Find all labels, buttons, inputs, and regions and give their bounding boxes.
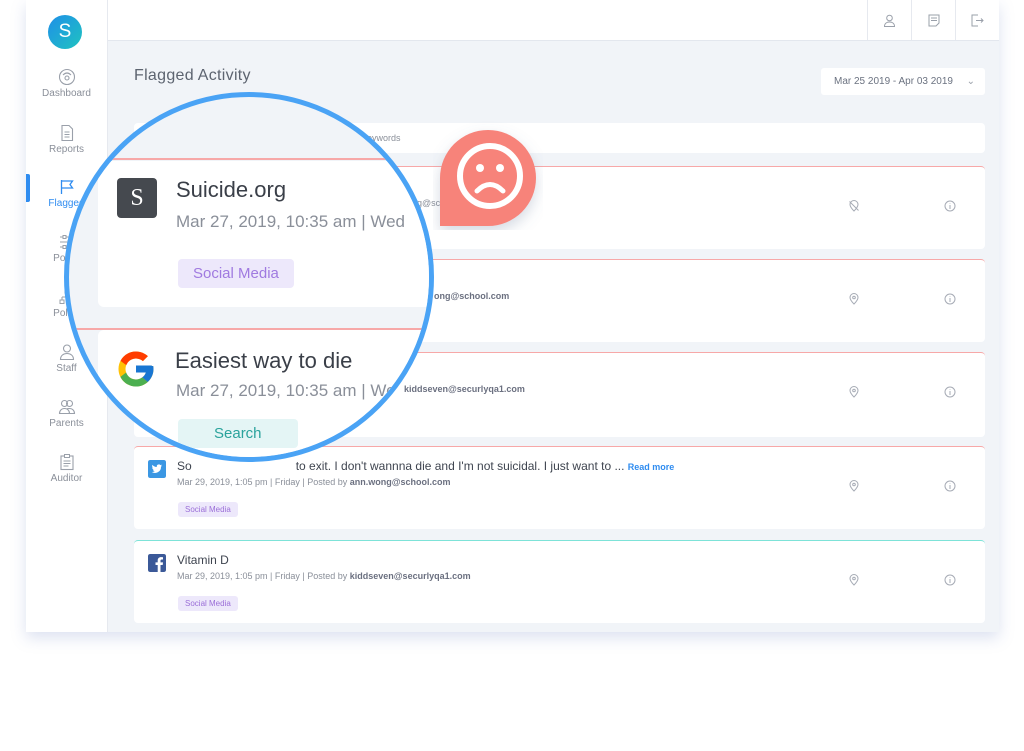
activity-card[interactable]: Vitamin D Mar 29, 2019, 1:05 pm | Friday… bbox=[134, 540, 985, 623]
zoomed-title: Suicide.org bbox=[176, 177, 287, 202]
logout-icon bbox=[971, 14, 984, 26]
logout-button[interactable] bbox=[955, 0, 999, 40]
info-icon[interactable] bbox=[944, 386, 956, 398]
user-icon bbox=[883, 14, 896, 27]
category-tag: Social Media bbox=[178, 596, 238, 611]
facebook-icon bbox=[148, 554, 166, 572]
info-icon[interactable] bbox=[944, 293, 956, 305]
top-bar bbox=[108, 0, 999, 41]
sad-face-badge-icon bbox=[440, 130, 536, 226]
zoomed-meta: Mar 27, 2019, 10:35 am | Wed bbox=[176, 212, 406, 231]
gauge-icon bbox=[58, 68, 75, 86]
profile-button[interactable] bbox=[867, 0, 911, 40]
category-tag: Search bbox=[178, 419, 298, 448]
date-range-select[interactable]: Mar 25 2019 - Apr 03 2019 ⌄ bbox=[821, 68, 985, 95]
poster: ong@school.com bbox=[434, 291, 510, 301]
chevron-down-icon: ⌄ bbox=[966, 76, 975, 87]
divider bbox=[69, 158, 429, 160]
location-icon[interactable] bbox=[848, 480, 860, 492]
activity-meta: Mar 29, 2019, 1:05 pm | Friday | Posted … bbox=[177, 477, 451, 487]
sidebar-item-label: Auditor bbox=[50, 473, 83, 484]
twitter-icon bbox=[148, 460, 166, 478]
location-icon[interactable] bbox=[848, 293, 860, 305]
info-icon[interactable] bbox=[944, 480, 956, 492]
info-icon[interactable] bbox=[944, 574, 956, 586]
zoomed-title: Easiest way to die bbox=[175, 348, 353, 373]
category-tag: Social Media bbox=[178, 502, 238, 517]
notes-icon bbox=[928, 14, 939, 26]
activity-title: Vitamin D bbox=[177, 553, 229, 567]
google-icon bbox=[118, 351, 154, 387]
sidebar-item-auditor[interactable]: Auditor bbox=[26, 453, 107, 484]
magnifier-lens: S Suicide.org Mar 27, 2019, 10:35 am | W… bbox=[64, 92, 434, 462]
date-range-value: Mar 25 2019 - Apr 03 2019 bbox=[834, 76, 953, 87]
page-title: Flagged Activity bbox=[134, 67, 251, 84]
category-tag: Social Media bbox=[178, 259, 294, 288]
read-more-link[interactable]: Read more bbox=[628, 462, 675, 472]
info-icon[interactable] bbox=[944, 200, 956, 212]
sidebar-item-dashboard[interactable]: Dashboard bbox=[26, 68, 107, 99]
location-icon[interactable] bbox=[848, 574, 860, 586]
website-icon: S bbox=[117, 178, 157, 218]
activity-meta: Mar 29, 2019, 1:05 pm | Friday | Posted … bbox=[177, 571, 471, 581]
location-icon[interactable] bbox=[848, 386, 860, 398]
avatar[interactable]: S bbox=[48, 15, 82, 49]
location-off-icon[interactable] bbox=[848, 200, 860, 212]
notes-button[interactable] bbox=[911, 0, 955, 40]
zoomed-meta: Mar 27, 2019, 10:35 am | We bbox=[176, 381, 396, 400]
